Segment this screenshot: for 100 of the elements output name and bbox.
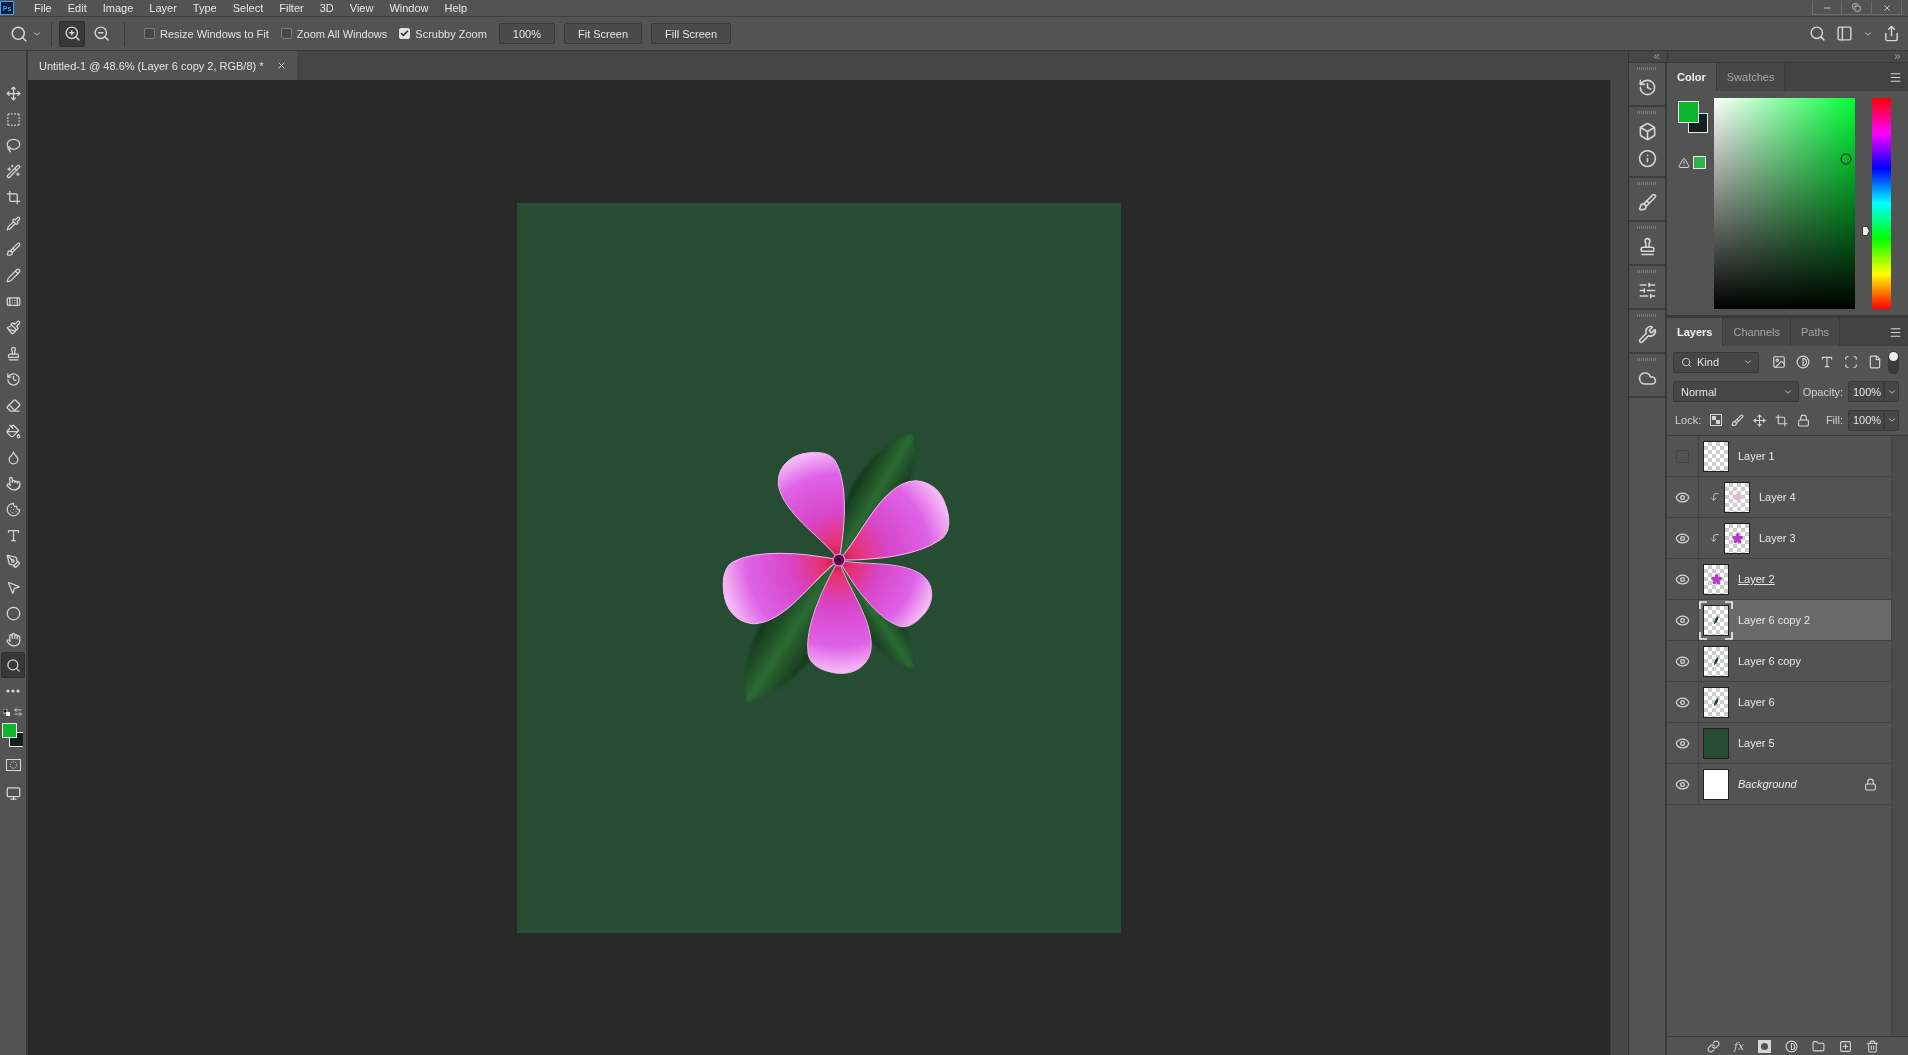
gamut-swatch[interactable] — [1693, 156, 1706, 169]
restore-icon — [1852, 3, 1861, 12]
type-icon[interactable] — [1820, 355, 1834, 369]
eyedropper-icon — [5, 215, 21, 231]
contrast-icon[interactable] — [1796, 355, 1810, 369]
panel-tab[interactable]: Channels — [1723, 318, 1791, 346]
restore-button[interactable] — [1842, 1, 1872, 15]
share-icon[interactable] — [1883, 25, 1900, 42]
grip-icon[interactable] — [1637, 314, 1657, 317]
close-button[interactable] — [1872, 1, 1902, 15]
menu-item[interactable]: Edit — [59, 0, 95, 16]
panel-layout-icon[interactable] — [1836, 25, 1853, 42]
grip-icon[interactable] — [1637, 270, 1657, 273]
grip-icon[interactable] — [1637, 226, 1657, 229]
zoom-in-icon — [63, 25, 81, 42]
frame-corners-icon[interactable] — [1844, 355, 1858, 369]
effects-button[interactable]: fx — [1734, 1040, 1745, 1052]
row-label: Background — [1738, 778, 1797, 790]
file-icon[interactable] — [1868, 355, 1882, 369]
option-checkbox[interactable]: Zoom All Windows — [280, 27, 388, 40]
swap-arrows-icon[interactable] — [13, 707, 23, 717]
row-label: Layer 5 — [1738, 737, 1775, 749]
color-swatches-icon[interactable] — [1678, 101, 1709, 133]
square-plus-icon[interactable] — [1839, 1039, 1853, 1053]
stamp-icon[interactable] — [1637, 237, 1657, 256]
wrench-icon[interactable] — [1637, 325, 1657, 344]
contrast-icon[interactable] — [1785, 1039, 1799, 1053]
grip-icon[interactable] — [1637, 182, 1657, 185]
layer-filter-dropdown[interactable]: Kind — [1673, 351, 1759, 373]
panel-menu-icon[interactable] — [1889, 70, 1902, 84]
lasso-icon — [5, 137, 21, 153]
color-swatches-icon[interactable] — [2, 723, 23, 747]
grip-icon[interactable] — [1637, 67, 1657, 70]
crop-icon[interactable] — [1775, 413, 1789, 427]
leaf-icon — [1713, 698, 1719, 706]
menu-item[interactable]: View — [341, 0, 382, 16]
color-field[interactable] — [1714, 98, 1855, 309]
trash-icon[interactable] — [1866, 1039, 1880, 1053]
menu-item[interactable]: Window — [381, 0, 437, 16]
menu-item[interactable]: Filter — [271, 0, 312, 16]
history-icon[interactable] — [1637, 78, 1657, 97]
collapse-icon[interactable] — [1652, 52, 1661, 61]
close-icon[interactable] — [275, 60, 287, 71]
option-checkbox[interactable]: Resize Windows to Fit — [144, 27, 269, 40]
brush-icon[interactable] — [1637, 193, 1657, 212]
panel-menu-icon[interactable] — [1889, 325, 1902, 339]
image-icon[interactable] — [1772, 355, 1786, 369]
cube-icon[interactable] — [1637, 122, 1657, 141]
grip-icon[interactable] — [1637, 358, 1657, 361]
sliders-icon[interactable] — [1637, 281, 1657, 300]
mask-icon[interactable] — [1758, 1039, 1772, 1053]
expand-icon[interactable] — [1893, 52, 1902, 61]
paintbrush-icon — [5, 319, 21, 335]
panel-tab[interactable]: Swatches — [1716, 63, 1786, 91]
panel-tab[interactable]: Layers — [1667, 318, 1724, 346]
warning-icon — [1678, 156, 1690, 169]
menu-item[interactable]: Help — [436, 0, 476, 16]
cloud-icon[interactable] — [1637, 369, 1657, 388]
lock-label: Lock: — [1675, 414, 1702, 426]
leaf-icon — [1713, 616, 1719, 624]
menu-item[interactable]: Type — [184, 0, 225, 16]
brush-icon[interactable] — [1731, 413, 1745, 427]
option-checkbox[interactable]: Scrubby Zoom — [399, 27, 487, 40]
move-icon[interactable] — [1753, 413, 1767, 427]
menu-item[interactable]: File — [26, 0, 60, 16]
actual-size-button[interactable]: 100% — [498, 23, 555, 44]
zoom-in-button[interactable] — [59, 20, 85, 47]
search-icon[interactable] — [1809, 25, 1826, 42]
blend-mode-dropdown[interactable]: Normal — [1673, 381, 1799, 402]
list-row[interactable]: Layer 6 copy 2 — [1699, 600, 1891, 640]
fill-field[interactable]: 100% — [1848, 409, 1884, 431]
tool-button[interactable] — [1, 652, 25, 678]
opacity-label: Opacity: — [1802, 385, 1843, 398]
folder-icon[interactable] — [1812, 1039, 1826, 1053]
hue-slider-thumb[interactable] — [1862, 225, 1870, 236]
menu-item[interactable]: Image — [94, 0, 142, 16]
menu-item[interactable]: Layer — [141, 0, 185, 16]
menu-item[interactable]: Select — [224, 0, 272, 16]
fill-screen-button[interactable]: Fill Screen — [651, 23, 732, 44]
fit-screen-button[interactable]: Fit Screen — [563, 23, 643, 44]
info-icon[interactable] — [1637, 149, 1657, 168]
default-colors-icon[interactable] — [3, 708, 10, 716]
link-icon[interactable] — [1707, 1039, 1720, 1053]
opacity-field[interactable]: 100% — [1848, 381, 1884, 402]
menu-item[interactable]: 3D — [311, 0, 342, 16]
panel-tab[interactable]: Paths — [1790, 318, 1841, 346]
panel-tab[interactable]: Color — [1667, 63, 1717, 91]
droplet-icon — [5, 449, 21, 465]
document-tab[interactable]: Untitled-1 @ 48.6% (Layer 6 copy 2, RGB/8) * — [28, 51, 297, 80]
pen-icon — [5, 553, 21, 569]
zoom-icon — [5, 657, 21, 673]
flower-icon — [1731, 532, 1743, 544]
grip-icon[interactable] — [1637, 111, 1657, 114]
leaf-icon — [1713, 657, 1719, 665]
crop-icon — [5, 189, 21, 205]
filter-toggle[interactable] — [1888, 350, 1899, 374]
zoom-icon — [10, 24, 28, 43]
lock-icon[interactable] — [1797, 413, 1811, 427]
row-label: Layer 6 — [1738, 696, 1775, 708]
checkerboard-icon[interactable] — [1710, 414, 1723, 426]
